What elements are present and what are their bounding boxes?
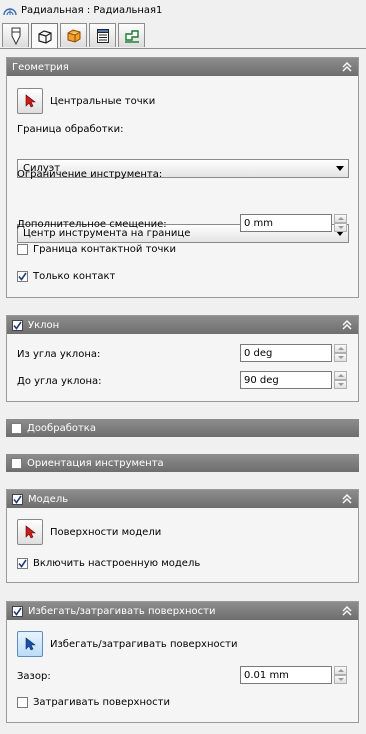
include-model-checkbox[interactable]	[17, 558, 28, 569]
checkmark-icon	[13, 495, 22, 504]
gap-value: 0.01 mm	[244, 669, 289, 681]
collapse-chevron-icon[interactable]	[342, 61, 352, 73]
tool-orientation-header[interactable]: Ориентация инструмента	[6, 454, 359, 472]
from-angle-label: Из угла уклона:	[17, 349, 101, 360]
linking-icon	[124, 29, 139, 43]
to-angle-field[interactable]: 90 deg	[240, 371, 332, 389]
geometry-header[interactable]: Геометрия	[7, 58, 358, 76]
slope-panel: Уклон Из угла уклона: 0 deg До угла укло…	[6, 315, 359, 402]
tab-passes[interactable]	[89, 23, 116, 47]
from-angle-spinner[interactable]: 0 deg	[240, 344, 347, 362]
model-surfaces-select-button[interactable]	[17, 519, 43, 545]
spin-down-button[interactable]	[334, 675, 347, 684]
model-header[interactable]: Модель	[7, 490, 358, 508]
from-angle-field[interactable]: 0 deg	[240, 344, 332, 362]
avoid-surfaces-title: Избегать/затрагивать поверхности	[28, 605, 216, 617]
rest-machining-title: Дообработка	[27, 422, 96, 434]
tab-divider	[0, 48, 366, 49]
checkmark-icon	[18, 559, 27, 568]
spin-up-button[interactable]	[334, 371, 347, 380]
gap-field[interactable]: 0.01 mm	[240, 666, 332, 684]
spin-down-button[interactable]	[334, 380, 347, 389]
tab-strip	[2, 23, 147, 49]
checkmark-icon	[13, 321, 22, 330]
center-points-label: Центральные точки	[50, 95, 156, 107]
tool-orientation-checkbox[interactable]	[11, 457, 22, 469]
include-model-option[interactable]: Включить настроенную модель	[17, 558, 200, 569]
rest-machining-header[interactable]: Дообработка	[6, 419, 359, 437]
offset-value: 0 mm	[244, 217, 274, 229]
window-title: Радиальная : Радиальная1	[21, 4, 163, 16]
slope-title: Уклон	[28, 319, 60, 331]
tool-icon	[11, 27, 20, 45]
select-arrow-icon	[25, 525, 36, 539]
contact-only-checkbox[interactable]	[17, 271, 28, 282]
contact-boundary-checkbox[interactable]	[17, 244, 28, 255]
from-angle-value: 0 deg	[244, 347, 273, 359]
model-checkbox[interactable]	[12, 493, 23, 505]
contact-boundary-label: Граница контактной точки	[33, 244, 176, 255]
spin-down-button[interactable]	[334, 223, 347, 232]
slope-header[interactable]: Уклон	[7, 316, 358, 334]
avoid-surfaces-header[interactable]: Избегать/затрагивать поверхности	[7, 602, 358, 620]
select-arrow-icon	[25, 94, 36, 108]
tab-stock[interactable]	[60, 23, 87, 47]
offset-field[interactable]: 0 mm	[240, 214, 332, 232]
to-angle-spinner[interactable]: 90 deg	[240, 371, 347, 389]
title-bar: Радиальная : Радиальная1	[0, 0, 366, 20]
dropdown-arrow-icon	[336, 166, 344, 171]
cube-orange-icon	[67, 28, 80, 43]
collapse-chevron-icon[interactable]	[342, 493, 352, 505]
contact-boundary-option[interactable]: Граница контактной точки	[17, 244, 176, 255]
to-angle-label: До угла уклона:	[17, 376, 102, 387]
offset-spinner[interactable]: 0 mm	[240, 214, 347, 232]
model-panel: Модель Поверхности модели Включить настр…	[6, 489, 359, 583]
tool-orientation-title: Ориентация инструмента	[27, 457, 164, 469]
tab-tool[interactable]	[2, 23, 29, 47]
checkmark-icon	[18, 272, 27, 281]
slope-checkbox[interactable]	[12, 319, 23, 331]
include-model-label: Включить настроенную модель	[33, 558, 201, 569]
center-points-select-button[interactable]	[17, 88, 43, 114]
touch-surfaces-checkbox[interactable]	[17, 697, 28, 708]
avoid-surfaces-select-label: Избегать/затрагивать поверхности	[50, 638, 238, 650]
collapse-chevron-icon[interactable]	[342, 605, 352, 617]
to-angle-value: 90 deg	[244, 374, 279, 386]
avoid-surfaces-select-button[interactable]	[17, 631, 43, 657]
boundary-label: Граница обработки:	[17, 124, 124, 135]
tab-linking[interactable]	[118, 23, 145, 47]
checkmark-icon	[13, 607, 22, 616]
contact-only-label: Только контакт	[33, 271, 116, 282]
avoid-surfaces-checkbox[interactable]	[12, 605, 23, 617]
spin-up-button[interactable]	[334, 214, 347, 223]
radial-toolpath-icon	[3, 8, 17, 16]
model-title: Модель	[28, 493, 69, 505]
gap-spinner[interactable]: 0.01 mm	[240, 666, 347, 684]
avoid-surfaces-panel: Избегать/затрагивать поверхности Избегат…	[6, 601, 359, 723]
model-surfaces-label: Поверхности модели	[50, 526, 162, 538]
touch-surfaces-option[interactable]: Затрагивать поверхности	[17, 697, 170, 708]
geometry-title: Геометрия	[12, 61, 69, 73]
tab-geometry[interactable]	[31, 23, 58, 49]
spin-down-button[interactable]	[334, 353, 347, 362]
sheet-list-icon	[96, 28, 109, 43]
contact-only-option[interactable]: Только контакт	[17, 271, 115, 282]
select-arrow-icon	[25, 637, 36, 651]
touch-surfaces-label: Затрагивать поверхности	[33, 697, 170, 708]
spin-up-button[interactable]	[334, 344, 347, 353]
cube-outline-icon	[37, 29, 52, 44]
tool-limit-label: Ограничение инструмента:	[17, 169, 163, 180]
rest-machining-checkbox[interactable]	[11, 422, 22, 434]
offset-label: Дополнительное смещение:	[17, 219, 167, 230]
collapse-chevron-icon[interactable]	[342, 319, 352, 331]
geometry-panel: Геометрия Центральные точки Граница обра…	[6, 57, 359, 298]
spin-up-button[interactable]	[334, 666, 347, 675]
gap-label: Зазор:	[17, 671, 51, 682]
